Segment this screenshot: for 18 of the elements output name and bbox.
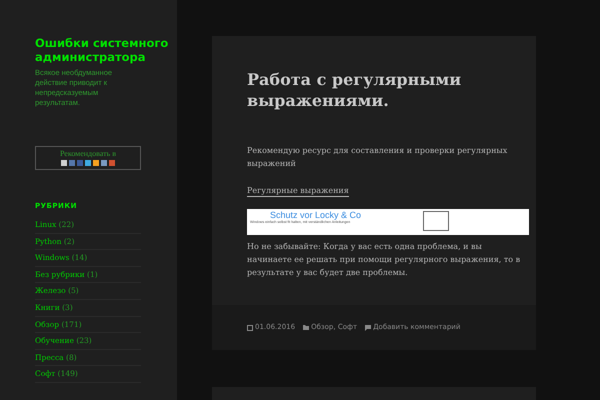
site-title[interactable]: Ошибки системного администратора [35, 36, 170, 64]
comment-icon [365, 324, 372, 330]
calendar-icon [247, 324, 253, 330]
post-title[interactable]: Работа с регулярными выражениями. [247, 69, 487, 111]
post-intro: Рекомендую ресурс для составления и проверки регулярных выражений [247, 145, 508, 170]
share-icon[interactable] [61, 160, 67, 166]
regex-link[interactable]: Регулярные выражения [247, 185, 349, 197]
share-icon[interactable] [93, 160, 99, 166]
ad-image-placeholder [423, 211, 449, 231]
share-icon[interactable] [85, 160, 91, 166]
share-label: Рекомендовать в [60, 149, 116, 159]
share-icon[interactable] [77, 160, 83, 166]
share-icon[interactable] [69, 160, 75, 166]
post-body: Но не забывайте: Когда у вас есть одна проблема, и вы начинаете ее решать при помощи регулярного выражения, то в результате у вас будет две проблемы. [247, 241, 522, 279]
folder-icon [303, 325, 310, 330]
share-icon[interactable] [109, 160, 115, 166]
share-icon[interactable] [101, 160, 107, 166]
ad-headline[interactable]: Schutz vor Locky & Co [250, 209, 529, 220]
